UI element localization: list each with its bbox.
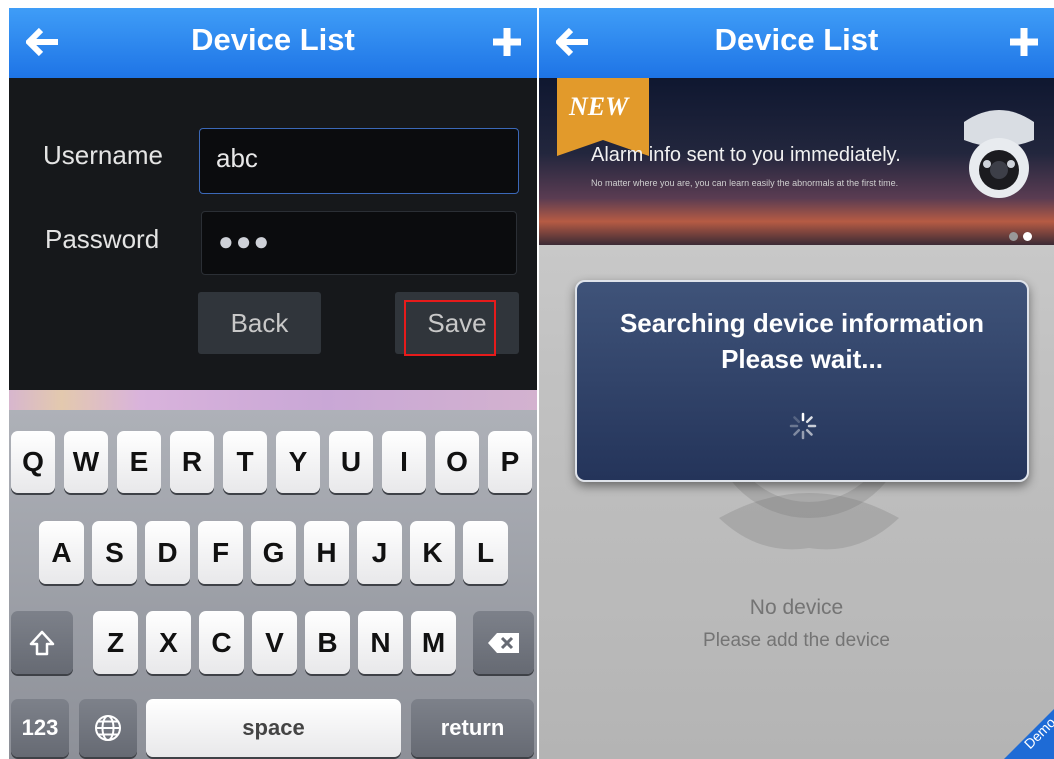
key-p[interactable]: P (488, 431, 532, 493)
spinner-icon (789, 412, 817, 440)
new-badge: NEW (569, 92, 629, 121)
dialog-title: Searching device information (619, 308, 985, 338)
page-dot[interactable] (1009, 232, 1018, 241)
backspace-icon (487, 632, 519, 653)
key-k[interactable]: K (410, 521, 455, 584)
key-z[interactable]: Z (93, 611, 138, 674)
shift-key[interactable] (11, 611, 73, 674)
key-o[interactable]: O (435, 431, 479, 493)
plus-icon (493, 28, 521, 56)
key-t[interactable]: T (223, 431, 267, 493)
navbar: Device List (9, 8, 537, 78)
key-m[interactable]: M (411, 611, 456, 674)
background-strip (9, 390, 537, 410)
key-x[interactable]: X (146, 611, 191, 674)
shift-icon (29, 630, 55, 655)
promo-banner[interactable]: NEW Alarm info sent to you immediately. … (539, 78, 1054, 245)
key-a[interactable]: A (39, 521, 84, 584)
key-j[interactable]: J (357, 521, 402, 584)
key-r[interactable]: R (170, 431, 214, 493)
camera-icon (964, 110, 1034, 198)
back-button[interactable]: Back (198, 292, 321, 354)
left-screen: Device List Username abc Password ●●● Ba… (9, 8, 537, 759)
numbers-key[interactable]: 123 (11, 699, 69, 757)
space-key[interactable]: space (146, 699, 401, 757)
key-c[interactable]: C (199, 611, 244, 674)
right-screen: Device List NEW Alarm info sent to you i… (539, 8, 1054, 759)
add-device-button[interactable] (483, 22, 531, 62)
add-device-button[interactable] (1000, 22, 1048, 62)
globe-key[interactable] (79, 699, 137, 757)
save-button[interactable]: Save (395, 292, 519, 354)
key-y[interactable]: Y (276, 431, 320, 493)
key-i[interactable]: I (382, 431, 426, 493)
key-w[interactable]: W (64, 431, 108, 493)
key-g[interactable]: G (251, 521, 296, 584)
delete-key[interactable] (473, 611, 534, 674)
return-key[interactable]: return (411, 699, 534, 757)
password-input[interactable]: ●●● (201, 211, 517, 275)
key-e[interactable]: E (117, 431, 161, 493)
banner-subline: No matter where you are, you can learn e… (591, 178, 899, 188)
key-v[interactable]: V (252, 611, 297, 674)
page-title: Device List (714, 22, 879, 57)
username-input[interactable]: abc (199, 128, 519, 194)
keyboard: Q W E R T Y U I O P A S D F G H J K L Z … (9, 410, 537, 759)
key-f[interactable]: F (198, 521, 243, 584)
key-h[interactable]: H (304, 521, 349, 584)
key-q[interactable]: Q (11, 431, 55, 493)
page-title: Device List (191, 22, 355, 57)
page-dot-active[interactable] (1023, 232, 1032, 241)
key-b[interactable]: B (305, 611, 350, 674)
plus-icon (1010, 28, 1038, 56)
password-label: Password (45, 224, 160, 254)
navbar: Device List (539, 8, 1054, 78)
key-s[interactable]: S (92, 521, 137, 584)
key-u[interactable]: U (329, 431, 373, 493)
banner-headline: Alarm info sent to you immediately. (591, 144, 901, 166)
key-n[interactable]: N (358, 611, 403, 674)
login-form: Username abc Password ●●● Back Save (9, 78, 537, 390)
key-d[interactable]: D (145, 521, 190, 584)
key-l[interactable]: L (463, 521, 508, 584)
globe-icon (95, 715, 121, 741)
dialog-subtitle: Please wait... (721, 344, 883, 374)
username-label: Username (43, 140, 163, 170)
loading-dialog: Searching device information Please wait… (575, 280, 1029, 482)
